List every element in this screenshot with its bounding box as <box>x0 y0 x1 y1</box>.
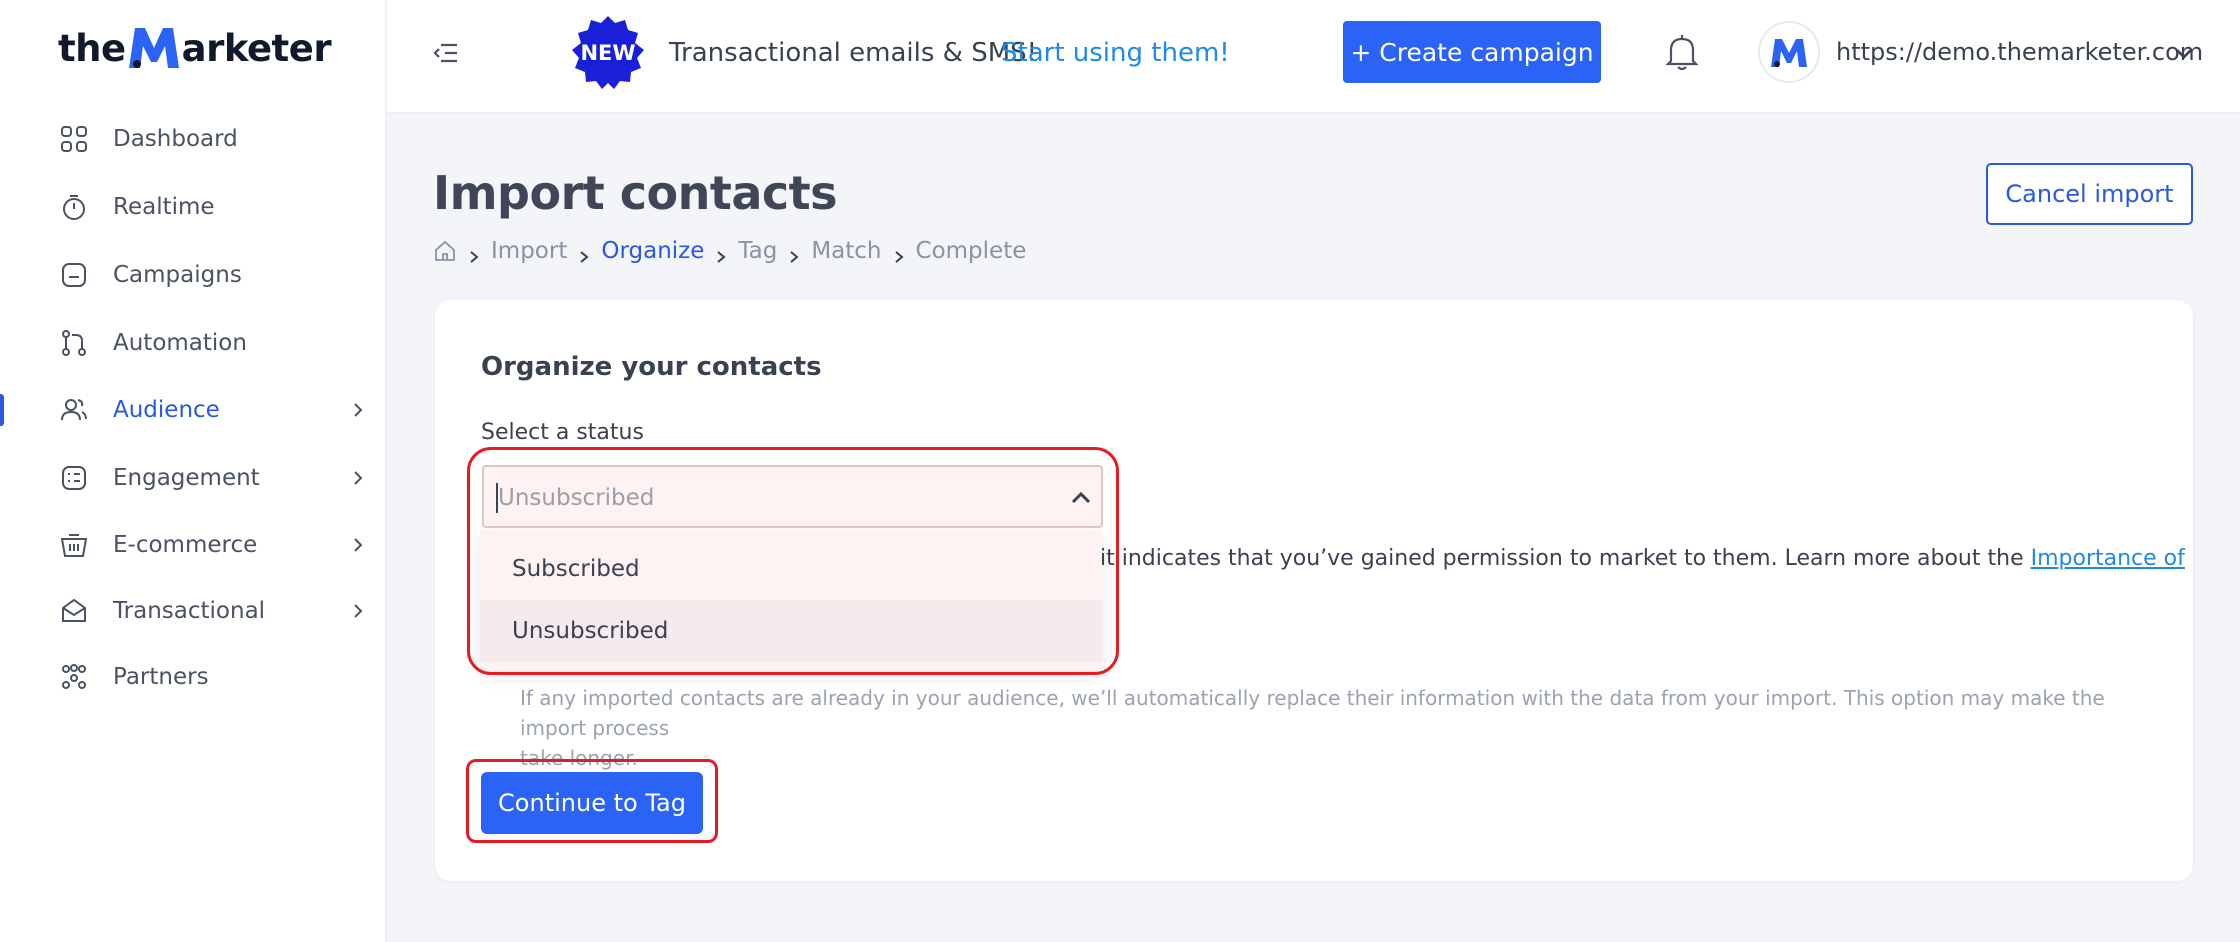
chevron-right-icon <box>348 400 368 420</box>
timer-icon <box>58 191 90 223</box>
sidebar-item-transactional[interactable]: Transactional <box>0 583 385 639</box>
sidebar-item-label: Campaigns <box>113 262 242 288</box>
chevron-up-icon[interactable] <box>1070 487 1092 509</box>
sidebar-item-label: Transactional <box>113 598 266 624</box>
campaign-icon <box>58 259 90 291</box>
sidebar-item-campaigns[interactable]: Campaigns <box>0 247 385 303</box>
sidebar-item-label: E-commerce <box>113 532 258 558</box>
sidebar-item-realtime[interactable]: Realtime <box>0 179 385 235</box>
option-unsubscribed[interactable]: Unsubscribed <box>480 600 1102 662</box>
logo-text-the: the <box>58 27 126 70</box>
chevron-right-icon <box>348 535 368 555</box>
envelope-icon <box>58 595 90 627</box>
dashboard-grid-icon <box>58 123 90 155</box>
breadcrumb-separator-icon <box>892 244 906 263</box>
collapse-menu-icon[interactable] <box>431 38 461 68</box>
permission-text: it indicates that you’ve gained permissi… <box>1100 546 2185 571</box>
helper-line-2: take longer. <box>520 746 638 770</box>
sidebar-item-partners[interactable]: Partners <box>0 649 385 705</box>
chevron-down-icon[interactable] <box>2173 42 2195 64</box>
status-label: Select a status <box>481 420 644 445</box>
account-url[interactable]: https://demo.themarketer.com <box>1836 38 2203 66</box>
sidebar: the arketer Dashboard Realtime Campaigns… <box>0 0 387 942</box>
promo-link[interactable]: Start using them! <box>1001 38 1230 68</box>
sidebar-item-ecommerce[interactable]: E-commerce <box>0 517 385 573</box>
new-badge-text: NEW <box>580 41 636 65</box>
chevron-right-icon <box>348 601 368 621</box>
engagement-icon <box>58 462 90 494</box>
bell-icon[interactable] <box>1665 33 1699 71</box>
home-icon[interactable] <box>433 239 457 263</box>
breadcrumb: Import Organize Tag Match Complete <box>433 236 1026 266</box>
sidebar-item-label: Engagement <box>113 465 260 491</box>
status-select[interactable]: Unsubscribed <box>482 465 1103 528</box>
status-dropdown-menu: Subscribed Unsubscribed <box>480 530 1102 670</box>
cancel-import-button[interactable]: Cancel import <box>1986 163 2193 225</box>
new-badge: NEW <box>569 14 647 92</box>
breadcrumb-tag[interactable]: Tag <box>738 238 777 264</box>
sidebar-item-label: Realtime <box>113 194 215 220</box>
top-bar: NEW Transactional emails & SMS! Start us… <box>387 0 2240 114</box>
continue-to-tag-button[interactable]: Continue to Tag <box>481 772 703 834</box>
sidebar-item-label: Dashboard <box>113 126 238 152</box>
partners-icon <box>58 661 90 693</box>
chevron-right-icon <box>348 468 368 488</box>
breadcrumb-separator-icon <box>467 244 481 263</box>
sidebar-item-engagement[interactable]: Engagement <box>0 450 385 506</box>
card-title: Organize your contacts <box>481 352 822 382</box>
audience-icon <box>58 394 90 426</box>
helper-line-1: If any imported contacts are already in … <box>520 686 2105 740</box>
basket-icon <box>58 529 90 561</box>
status-select-placeholder: Unsubscribed <box>498 485 655 511</box>
sidebar-item-dashboard[interactable]: Dashboard <box>0 111 385 167</box>
account-avatar[interactable] <box>1758 21 1820 83</box>
create-campaign-button[interactable]: + Create campaign <box>1343 21 1601 83</box>
promo-text: Transactional emails & SMS! <box>669 38 1038 68</box>
option-subscribed[interactable]: Subscribed <box>480 538 1102 600</box>
breadcrumb-match[interactable]: Match <box>811 238 881 264</box>
breadcrumb-import[interactable]: Import <box>491 238 567 264</box>
sidebar-item-label: Audience <box>113 397 220 423</box>
brand-logo[interactable]: the arketer <box>58 20 332 70</box>
automation-flow-icon <box>58 327 90 359</box>
sidebar-item-label: Partners <box>113 664 209 690</box>
sidebar-item-audience[interactable]: Audience <box>0 382 385 438</box>
page-title: Import contacts <box>433 166 838 220</box>
update-helper-text: If any imported contacts are already in … <box>520 683 2150 773</box>
breadcrumb-complete[interactable]: Complete <box>916 238 1027 264</box>
breadcrumb-separator-icon <box>787 244 801 263</box>
logo-m-icon <box>127 24 181 70</box>
logo-text-arketer: arketer <box>181 27 332 70</box>
sidebar-item-automation[interactable]: Automation <box>0 315 385 371</box>
permission-text-body: it indicates that you’ve gained permissi… <box>1100 546 2031 571</box>
sidebar-item-label: Automation <box>113 330 247 356</box>
breadcrumb-separator-icon <box>714 244 728 263</box>
breadcrumb-organize[interactable]: Organize <box>601 238 704 264</box>
breadcrumb-separator-icon <box>577 244 591 263</box>
importance-link[interactable]: Importance of <box>2031 546 2185 571</box>
